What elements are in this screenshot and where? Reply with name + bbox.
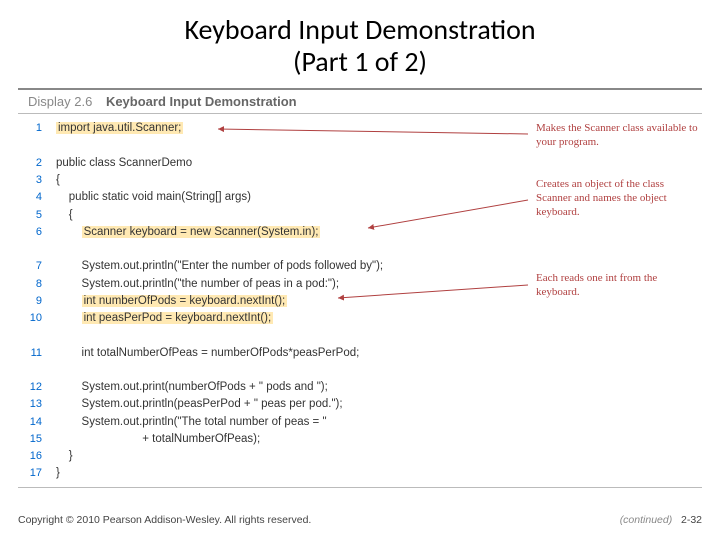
code-listing: Makes the Scanner class available to you… — [18, 120, 702, 482]
line-number: 11 — [18, 345, 56, 362]
highlighted-code: int numberOfPods = keyboard.nextInt(); — [82, 295, 288, 307]
copyright-text: Copyright © 2010 Pearson Addison-Wesley.… — [18, 514, 311, 526]
line-number: 14 — [18, 414, 56, 431]
code-line: 14 System.out.println("The total number … — [18, 414, 702, 431]
line-number: 7 — [18, 258, 56, 275]
line-number: 2 — [18, 155, 56, 172]
slide-title: Keyboard Input Demonstration (Part 1 of … — [0, 0, 720, 78]
code-text: public static void main(String[] args) — [56, 189, 251, 206]
code-text: int peasPerPod = keyboard.nextInt(); — [56, 310, 273, 327]
footer: Copyright © 2010 Pearson Addison-Wesley.… — [18, 514, 702, 526]
highlighted-code: Scanner keyboard = new Scanner(System.in… — [82, 226, 321, 238]
title-line-1: Keyboard Input Demonstration — [184, 12, 535, 47]
code-text: System.out.print(numberOfPods + " pods a… — [56, 379, 328, 396]
code-line: 17} — [18, 465, 702, 482]
code-line: 13 System.out.println(peasPerPod + " pea… — [18, 396, 702, 413]
code-text: int numberOfPods = keyboard.nextInt(); — [56, 293, 287, 310]
code-text: System.out.println("The total number of … — [56, 414, 327, 431]
code-text: } — [56, 465, 60, 482]
code-text — [56, 362, 59, 379]
display-header: Display 2.6 Keyboard Input Demonstration — [18, 88, 702, 114]
line-number: 6 — [18, 224, 56, 241]
continued-label: (continued) — [620, 514, 673, 526]
code-line — [18, 362, 702, 379]
code-text — [56, 138, 59, 155]
line-number: 13 — [18, 396, 56, 413]
line-number: 10 — [18, 310, 56, 327]
display-caption: Keyboard Input Demonstration — [106, 94, 297, 109]
line-number: 17 — [18, 465, 56, 482]
display-label: Display 2.6 — [28, 94, 92, 109]
code-line — [18, 241, 702, 258]
code-text: System.out.println("the number of peas i… — [56, 276, 339, 293]
code-text: { — [56, 207, 73, 224]
slide: Keyboard Input Demonstration (Part 1 of … — [0, 0, 720, 540]
code-line: 15 + totalNumberOfPeas); — [18, 431, 702, 448]
line-number: 4 — [18, 189, 56, 206]
line-number: 8 — [18, 276, 56, 293]
highlighted-code: import java.util.Scanner; — [56, 122, 183, 134]
code-line: 10 int peasPerPod = keyboard.nextInt(); — [18, 310, 702, 327]
code-text: Scanner keyboard = new Scanner(System.in… — [56, 224, 320, 241]
line-number: 3 — [18, 172, 56, 189]
code-text: + totalNumberOfPeas); — [56, 431, 260, 448]
bottom-rule — [18, 487, 702, 488]
code-text: System.out.println(peasPerPod + " peas p… — [56, 396, 343, 413]
line-number: 5 — [18, 207, 56, 224]
code-text: System.out.println("Enter the number of … — [56, 258, 383, 275]
code-text — [56, 241, 59, 258]
code-line: 16 } — [18, 448, 702, 465]
line-number: 9 — [18, 293, 56, 310]
line-number: 16 — [18, 448, 56, 465]
code-line: 6 Scanner keyboard = new Scanner(System.… — [18, 224, 702, 241]
code-text: { — [56, 172, 60, 189]
code-text: int totalNumberOfPeas = numberOfPods*pea… — [56, 345, 359, 362]
page-number: 2-32 — [681, 514, 702, 526]
annotation-nextint: Each reads one int from the keyboard. — [536, 272, 698, 300]
highlighted-code: int peasPerPod = keyboard.nextInt(); — [82, 312, 274, 324]
line-number: 12 — [18, 379, 56, 396]
code-text — [56, 327, 59, 344]
code-line: 2public class ScannerDemo — [18, 155, 702, 172]
code-text: import java.util.Scanner; — [56, 120, 183, 137]
code-text: public class ScannerDemo — [56, 155, 192, 172]
annotation-scanner-import: Makes the Scanner class available to you… — [536, 122, 698, 150]
code-text: } — [56, 448, 73, 465]
line-number: 15 — [18, 431, 56, 448]
code-line: 12 System.out.print(numberOfPods + " pod… — [18, 379, 702, 396]
line-number: 1 — [18, 120, 56, 137]
code-line — [18, 327, 702, 344]
title-line-2: (Part 1 of 2) — [293, 44, 427, 79]
code-line: 11 int totalNumberOfPeas = numberOfPods*… — [18, 345, 702, 362]
annotation-scanner-object: Creates an object of the class Scanner a… — [536, 178, 698, 219]
